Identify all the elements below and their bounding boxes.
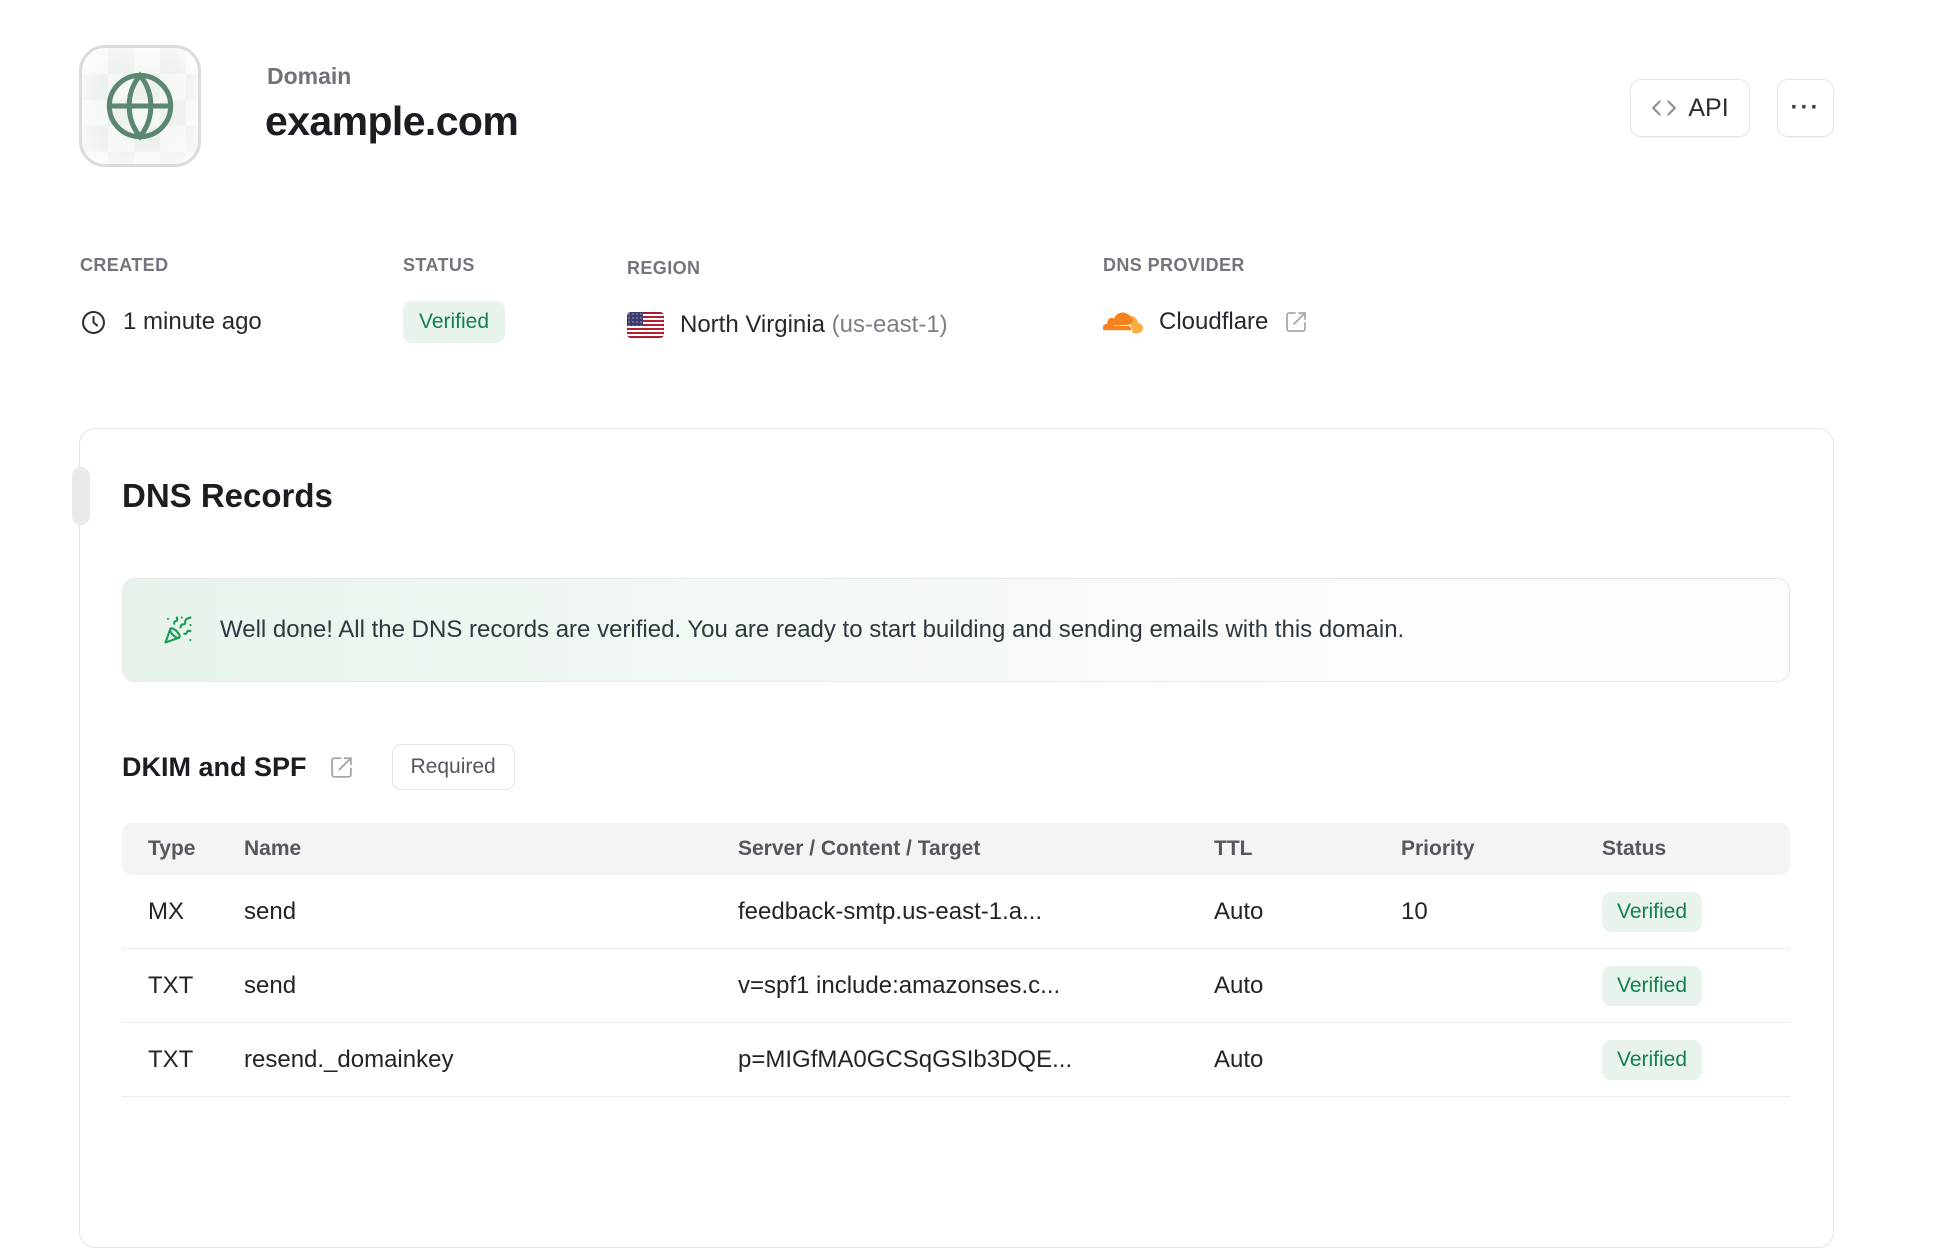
api-button[interactable]: API xyxy=(1630,79,1750,137)
region-code: (us-east-1) xyxy=(831,311,948,338)
cell-type: TXT xyxy=(148,1045,194,1073)
dkim-external-link-icon[interactable] xyxy=(329,755,354,780)
created-label: CREATED xyxy=(80,255,169,275)
cell-name: send xyxy=(244,897,297,925)
table-row[interactable]: TXT resend._domainkey p=MIGfMA0GCSqGSIb3… xyxy=(122,1023,1790,1097)
success-banner: Well done! All the DNS records are verif… xyxy=(122,578,1790,682)
cloudflare-icon xyxy=(1103,309,1143,336)
dns-records-title: DNS Records xyxy=(122,477,333,514)
created-value: 1 minute ago xyxy=(123,308,262,335)
region-value: North Virginia xyxy=(680,311,825,338)
dkim-spf-section-header: DKIM and SPF Required xyxy=(122,744,515,790)
external-link-icon[interactable] xyxy=(1284,310,1308,334)
cell-ttl: Auto xyxy=(1214,971,1264,999)
globe-icon xyxy=(100,66,180,146)
required-badge: Required xyxy=(391,744,515,790)
status-badge: Verified xyxy=(403,301,506,343)
code-icon xyxy=(1651,95,1677,121)
status-label: STATUS xyxy=(403,255,475,275)
cell-ttl: Auto xyxy=(1214,1045,1264,1073)
verified-badge: Verified xyxy=(1602,1039,1703,1080)
dns-provider-label: DNS PROVIDER xyxy=(1103,255,1245,275)
cell-priority: 10 xyxy=(1401,897,1428,925)
api-button-label: API xyxy=(1688,93,1729,122)
clock-icon xyxy=(80,309,107,336)
cell-name: resend._domainkey xyxy=(244,1045,454,1073)
dns-records-table: Type Name Server / Content / Target TTL … xyxy=(122,823,1790,1097)
verified-badge: Verified xyxy=(1602,965,1703,1006)
success-banner-text: Well done! All the DNS records are verif… xyxy=(220,616,1405,643)
col-header-priority: Priority xyxy=(1401,837,1475,860)
col-header-status: Status xyxy=(1602,837,1667,860)
cell-ttl: Auto xyxy=(1214,897,1264,925)
cell-content: p=MIGfMA0GCSqGSIb3DQE... xyxy=(738,1045,1073,1073)
section-scroll-notch xyxy=(72,467,90,525)
cell-name: send xyxy=(244,971,297,999)
page-title: example.com xyxy=(265,98,519,144)
us-flag-icon xyxy=(627,312,664,338)
region-label: REGION xyxy=(627,258,701,278)
dns-provider-value: Cloudflare xyxy=(1159,308,1269,335)
col-header-type: Type xyxy=(148,837,196,860)
verified-badge: Verified xyxy=(1602,891,1703,932)
cell-content: feedback-smtp.us-east-1.a... xyxy=(738,897,1043,925)
cell-type: TXT xyxy=(148,971,194,999)
table-row[interactable]: MX send feedback-smtp.us-east-1.a... Aut… xyxy=(122,875,1790,949)
meta-status: STATUS Verified xyxy=(403,255,506,344)
more-options-button[interactable]: ··· xyxy=(1777,79,1834,137)
cell-type: MX xyxy=(148,897,184,925)
domain-avatar xyxy=(79,45,201,167)
col-header-content: Server / Content / Target xyxy=(738,837,981,860)
dkim-spf-title: DKIM and SPF xyxy=(122,751,307,782)
table-header-row: Type Name Server / Content / Target TTL … xyxy=(122,823,1790,875)
table-row[interactable]: TXT send v=spf1 include:amazonses.c... A… xyxy=(122,949,1790,1023)
col-header-name: Name xyxy=(244,837,302,860)
meta-created: CREATED 1 minute ago xyxy=(80,255,262,344)
meta-dns-provider: DNS PROVIDER Cloudflare xyxy=(1103,255,1308,344)
party-popper-icon xyxy=(163,615,193,645)
cell-content: v=spf1 include:amazonses.c... xyxy=(738,971,1061,999)
meta-region: REGION North Virginia (us-east-1) xyxy=(627,258,948,347)
col-header-ttl: TTL xyxy=(1214,837,1253,860)
domain-eyebrow-label: Domain xyxy=(267,63,352,89)
